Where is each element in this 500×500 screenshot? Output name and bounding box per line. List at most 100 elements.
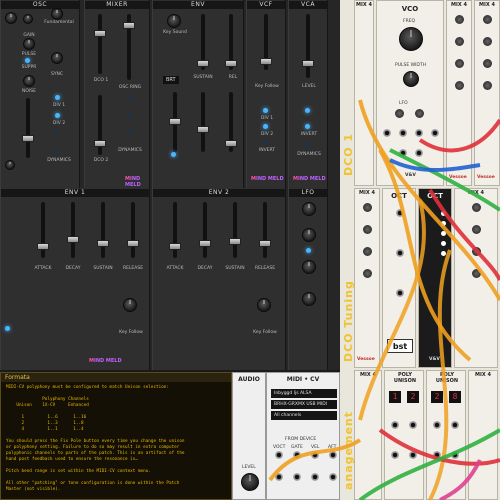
poly1-jack-1[interactable] — [391, 421, 399, 429]
audio-module: AUDIO LEVEL — [232, 372, 266, 500]
mix4-3-knob-3[interactable] — [483, 59, 492, 68]
vco-jack-1[interactable] — [383, 129, 391, 137]
poly2-jack-2[interactable] — [451, 421, 459, 429]
mix4-2-knob-3[interactable] — [455, 59, 464, 68]
vco-jack-5[interactable] — [399, 149, 407, 157]
env2-attack-label: ATTACK — [166, 266, 184, 271]
env1-sustain-label: SUSTAIN — [93, 266, 113, 271]
dco2-slider-handle[interactable] — [94, 140, 106, 147]
poly2-jack-3[interactable] — [433, 451, 441, 459]
mix4-3-knob-4[interactable] — [483, 81, 492, 90]
vco-jack-4[interactable] — [431, 129, 439, 137]
vco-freq-knob[interactable] — [399, 27, 423, 51]
fundamental-knob[interactable] — [5, 12, 17, 24]
midi-mw-jack[interactable] — [293, 473, 301, 481]
lfo-depth-knob[interactable] — [302, 260, 316, 274]
ring-slider-handle[interactable] — [123, 22, 135, 29]
env2-decay-handle[interactable] — [199, 240, 211, 247]
vca-slider-handle[interactable] — [302, 60, 314, 67]
osc-title: OSC — [1, 1, 79, 9]
att-slider-handle[interactable] — [197, 60, 209, 67]
vco-pw-knob[interactable] — [403, 71, 419, 87]
poly1-jack-4[interactable] — [409, 451, 417, 459]
key-sound-knob[interactable] — [167, 14, 181, 28]
mix4-2-knob-4[interactable] — [455, 81, 464, 90]
vco-fm-knob[interactable] — [415, 109, 424, 118]
noise-label: NOISE — [22, 89, 36, 94]
env1-release-handle[interactable] — [127, 240, 139, 247]
audio-level-knob[interactable] — [241, 473, 259, 491]
midi-driver-select[interactable]: Inbyggd ljs ALSA — [271, 389, 337, 398]
vca-dynamics-label: DYNAMICS — [297, 152, 321, 157]
env1-sustain-handle[interactable] — [97, 240, 109, 247]
env2-release-handle[interactable] — [259, 240, 271, 247]
mix4-5-knob-1[interactable] — [472, 203, 481, 212]
midi-pw-jack[interactable] — [275, 473, 283, 481]
midi-voct-jack[interactable] — [275, 451, 283, 459]
midi-aft-jack[interactable] — [329, 451, 337, 459]
mixer-led-1 — [127, 94, 132, 99]
poly1-jack-3[interactable] — [391, 451, 399, 459]
vca-module: VCA LEVEL INVERT DYNAMICS MIND MELD — [288, 0, 328, 188]
mixer-dynamics-label: DYNAMICS — [118, 148, 142, 153]
env1-keyfollow-knob[interactable] — [123, 298, 137, 312]
env1-decay-handle[interactable] — [67, 236, 79, 243]
lfo-delay-knob[interactable] — [302, 292, 316, 306]
vco-lfo-knob[interactable] — [395, 109, 404, 118]
saw-label: SUPPR — [21, 65, 37, 70]
poly1-jack-2[interactable] — [409, 421, 417, 429]
mix4-4-knob-1[interactable] — [363, 203, 372, 212]
vcf-div1-label: DIV 1 — [260, 116, 274, 121]
noise-knob[interactable] — [23, 75, 35, 87]
env-slider5-handle[interactable] — [225, 140, 237, 147]
poly-unison-module-1: POLY UNISON 1 2 — [384, 370, 424, 500]
env1-attack-handle[interactable] — [37, 243, 49, 250]
midi-channel-select[interactable]: All channels — [271, 411, 337, 420]
env-slider4-handle[interactable] — [197, 126, 209, 133]
mix4-3-knob-1[interactable] — [483, 15, 492, 24]
vco-jack-3[interactable] — [415, 129, 423, 137]
osc-bottom-knob[interactable] — [5, 160, 15, 170]
lfo-shape-knob[interactable] — [302, 202, 316, 216]
env2-keyfollow-knob[interactable] — [257, 298, 271, 312]
sub-knob[interactable] — [23, 14, 33, 24]
mix4-2-footer: Vessoe — [449, 175, 467, 180]
mix4-4-knob-4[interactable] — [363, 269, 372, 278]
mix4-4-knob-3[interactable] — [363, 247, 372, 256]
vca-invert-label: INVERT — [300, 132, 318, 137]
midi-gate-jack[interactable] — [293, 451, 301, 459]
env2-sustain-handle[interactable] — [229, 238, 241, 245]
env-slider3-handle[interactable] — [169, 118, 181, 125]
mix4-3-knob-2[interactable] — [483, 37, 492, 46]
osc-slider-handle[interactable] — [22, 135, 34, 142]
lfo-rate-knob[interactable] — [302, 228, 316, 242]
midi-vel-jack[interactable] — [311, 451, 319, 459]
poly2-jack-1[interactable] — [433, 421, 441, 429]
mix4-2-knob-1[interactable] — [455, 15, 464, 24]
vca-slider-track — [306, 14, 310, 78]
gain-knob[interactable] — [51, 8, 63, 20]
mix4-4-knob-2[interactable] — [363, 225, 372, 234]
mix4-5-knob-2[interactable] — [472, 225, 481, 234]
vco-jack-6[interactable] — [415, 149, 423, 157]
notes-text[interactable]: MIDI-CV polyphony must be configured to … — [1, 382, 231, 496]
sync-knob[interactable] — [51, 52, 63, 64]
vcf-slider-handle[interactable] — [260, 58, 272, 65]
midi-clk-jack[interactable] — [311, 473, 319, 481]
vco-module: VCO FREQ PULSE WIDTH LFO V&V — [376, 0, 444, 186]
poly2-jack-4[interactable] — [451, 451, 459, 459]
dco1-slider-handle[interactable] — [94, 30, 106, 37]
oct1-jack-2[interactable] — [396, 249, 404, 257]
mix4-5-knob-3[interactable] — [472, 247, 481, 256]
midi-retr-jack[interactable] — [329, 473, 337, 481]
vco-jack-2[interactable] — [399, 129, 407, 137]
mix4-2-knob-2[interactable] — [455, 37, 464, 46]
pulse-knob[interactable] — [23, 38, 35, 50]
oct1-jack-3[interactable] — [396, 289, 404, 297]
dec-slider-handle[interactable] — [225, 60, 237, 67]
env2-attack-handle[interactable] — [169, 243, 181, 250]
mix4-module-6: MIX 4 — [354, 370, 382, 500]
oct1-jack-1[interactable] — [396, 209, 404, 217]
midi-device-select[interactable]: BRHX-GRXMX USB MIDI — [271, 400, 337, 409]
mix4-5-knob-4[interactable] — [472, 269, 481, 278]
